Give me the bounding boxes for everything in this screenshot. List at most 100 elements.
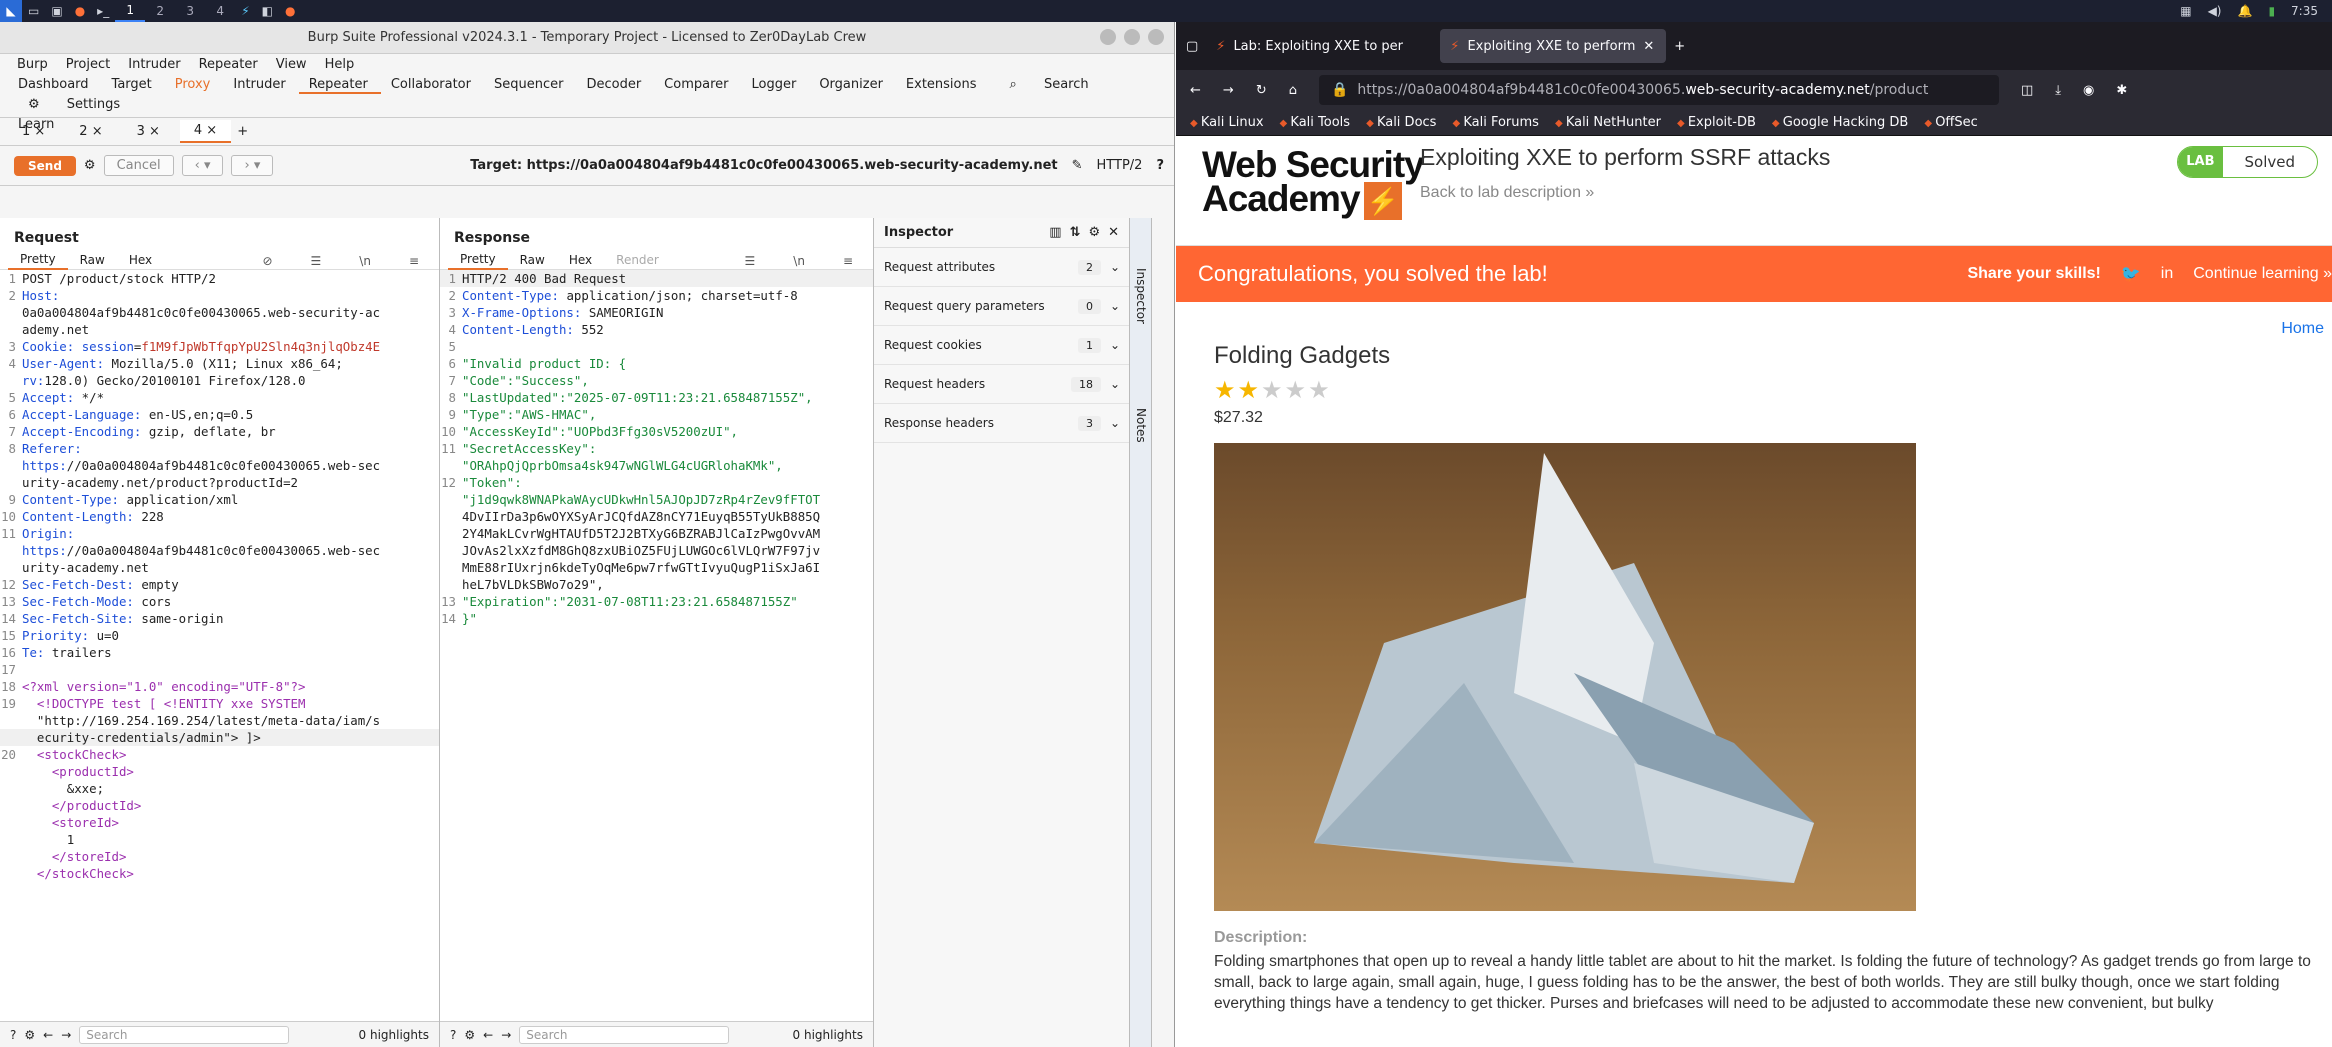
workspace-3[interactable]: 3 xyxy=(175,0,205,22)
tab-logger[interactable]: Logger xyxy=(742,74,810,94)
send-button[interactable]: Send xyxy=(14,155,76,176)
gear-icon[interactable]: ⚙ xyxy=(1088,225,1100,240)
wrap-icon[interactable]: ☰ xyxy=(299,252,334,270)
reload-icon[interactable]: ↻ xyxy=(1256,83,1267,98)
downloads-icon[interactable]: ⤓ xyxy=(2055,83,2061,98)
tab-intruder[interactable]: Intruder xyxy=(223,74,298,94)
add-tab-icon[interactable]: + xyxy=(237,124,248,139)
app-icon[interactable]: ◧ xyxy=(256,0,279,22)
settings-button[interactable]: ⚙ Settings xyxy=(8,94,146,114)
layout-icon[interactable]: ▥ xyxy=(1049,225,1061,240)
response-tab-render[interactable]: Render xyxy=(604,251,671,269)
shell-icon[interactable]: ▸_ xyxy=(91,0,115,22)
chevron-down-icon[interactable]: ⌄ xyxy=(1101,260,1129,274)
request-tab-hex[interactable]: Hex xyxy=(117,251,164,269)
help-icon[interactable]: ? xyxy=(1156,158,1164,173)
linkedin-icon[interactable]: in xyxy=(2161,265,2173,283)
chevron-down-icon[interactable]: ⌄ xyxy=(1101,377,1129,391)
tab-extensions[interactable]: Extensions xyxy=(896,74,990,94)
tab-decoder[interactable]: Decoder xyxy=(576,74,654,94)
network-icon[interactable]: ▦ xyxy=(2180,4,2191,18)
maximize-icon[interactable] xyxy=(1124,29,1140,45)
tab-target[interactable]: Target xyxy=(102,74,165,94)
extensions-icon[interactable]: ✱ xyxy=(2116,83,2127,98)
firefox-window-icon[interactable]: ● xyxy=(279,0,301,22)
gear-icon[interactable]: ⚙ xyxy=(84,158,96,173)
back-button[interactable]: ‹ ▾ xyxy=(181,155,224,176)
side-tab-inspector[interactable]: Inspector xyxy=(1134,268,1148,324)
workspace-2[interactable]: 2 xyxy=(145,0,175,22)
help-icon[interactable]: ? xyxy=(10,1028,16,1042)
cancel-button[interactable]: Cancel xyxy=(103,155,174,176)
menu-help[interactable]: Help xyxy=(316,57,364,72)
twitter-icon[interactable]: 🐦 xyxy=(2121,264,2141,284)
chevron-down-icon[interactable]: ⌄ xyxy=(1101,338,1129,352)
request-editor[interactable]: 1 POST /product/stock HTTP/2 2 Host: 0a0a004… xyxy=(0,270,439,1021)
menu-intruder[interactable]: Intruder xyxy=(119,57,189,72)
menu-icon[interactable]: ≡ xyxy=(831,252,865,270)
bookmark-item[interactable]: Kali Tools xyxy=(1280,115,1350,130)
bookmark-item[interactable]: Google Hacking DB xyxy=(1772,115,1909,130)
home-link[interactable]: Home xyxy=(2281,320,2324,338)
response-tab-pretty[interactable]: Pretty xyxy=(448,250,508,270)
request-search-input[interactable]: Search xyxy=(79,1025,290,1044)
continue-learning-link[interactable]: Continue learning » xyxy=(2193,265,2332,283)
response-search-input[interactable]: Search xyxy=(519,1025,730,1044)
battery-icon[interactable]: ▮ xyxy=(2268,4,2275,18)
new-tab-icon[interactable]: + xyxy=(1674,39,1685,54)
close-tab-icon[interactable]: ✕ xyxy=(1643,39,1654,54)
next-icon[interactable]: → xyxy=(61,1028,71,1042)
hide-icon[interactable]: ⊘ xyxy=(250,252,284,270)
kali-menu-icon[interactable]: ◣ xyxy=(0,0,22,22)
forward-button[interactable]: › ▾ xyxy=(231,155,274,176)
chevron-down-icon[interactable]: ⌄ xyxy=(1101,299,1129,313)
response-editor[interactable]: 1 HTTP/2 400 Bad Request 2 Content-Type: ap… xyxy=(440,270,873,1021)
menu-view[interactable]: View xyxy=(267,57,316,72)
inspector-row[interactable]: Response headers 3 ⌄ xyxy=(874,404,1129,443)
newline-icon[interactable]: \n xyxy=(347,252,383,270)
edit-icon[interactable]: ✎ xyxy=(1072,158,1083,173)
help-icon[interactable]: ? xyxy=(450,1028,456,1042)
bookmark-item[interactable]: Kali NetHunter xyxy=(1555,115,1661,130)
chevron-down-icon[interactable]: ⌄ xyxy=(1101,416,1129,430)
bookmark-item[interactable]: Exploit-DB xyxy=(1677,115,1756,130)
tab-organizer[interactable]: Organizer xyxy=(809,74,896,94)
next-icon[interactable]: → xyxy=(501,1028,511,1042)
repeater-tab-4[interactable]: 4 × xyxy=(179,120,232,143)
request-tab-raw[interactable]: Raw xyxy=(68,251,117,269)
tab-proxy[interactable]: Proxy xyxy=(165,74,224,94)
request-tab-pretty[interactable]: Pretty xyxy=(8,250,68,270)
burp-icon[interactable]: ⚡ xyxy=(235,0,255,22)
workspace-4[interactable]: 4 xyxy=(205,0,235,22)
http-version[interactable]: HTTP/2 xyxy=(1097,158,1143,173)
gear-icon[interactable]: ⚙ xyxy=(24,1028,35,1042)
pocket-icon[interactable]: ◫ xyxy=(2021,83,2033,98)
bookmark-item[interactable]: Kali Linux xyxy=(1190,115,1264,130)
menu-repeater[interactable]: Repeater xyxy=(190,57,267,72)
menu-icon[interactable]: ≡ xyxy=(397,252,431,270)
newline-icon[interactable]: \n xyxy=(781,252,817,270)
home-icon[interactable]: ⌂ xyxy=(1289,83,1297,98)
gear-icon[interactable]: ⚙ xyxy=(464,1028,475,1042)
terminal-icon[interactable]: ▣ xyxy=(45,0,68,22)
inspector-row[interactable]: Request attributes 2 ⌄ xyxy=(874,248,1129,287)
filter-icon[interactable]: ⇅ xyxy=(1070,225,1081,240)
tab-collaborator[interactable]: Collaborator xyxy=(381,74,484,94)
repeater-tab-1[interactable]: 1 × xyxy=(8,121,59,142)
tab-dashboard[interactable]: Dashboard xyxy=(8,74,102,94)
minimize-icon[interactable] xyxy=(1100,29,1116,45)
bookmark-item[interactable]: Kali Forums xyxy=(1452,115,1539,130)
prev-icon[interactable]: ← xyxy=(483,1028,493,1042)
inspector-row[interactable]: Request query parameters 0 ⌄ xyxy=(874,287,1129,326)
inspector-row[interactable]: Request headers 18 ⌄ xyxy=(874,365,1129,404)
browser-tab-2[interactable]: ⚡ Exploiting XXE to perform ✕ xyxy=(1440,29,1667,63)
volume-icon[interactable]: ◀) xyxy=(2208,4,2222,18)
repeater-tab-3[interactable]: 3 × xyxy=(123,121,174,142)
inspector-row[interactable]: Request cookies 1 ⌄ xyxy=(874,326,1129,365)
notification-icon[interactable]: 🔔 xyxy=(2237,4,2252,18)
url-bar[interactable]: 🔒 https://0a0a004804af9b4481c0c0fe004300… xyxy=(1318,75,1999,105)
close-icon[interactable]: ✕ xyxy=(1108,225,1129,240)
bookmark-item[interactable]: Kali Docs xyxy=(1366,115,1437,130)
files-icon[interactable]: ▭ xyxy=(22,0,45,22)
workspace-1[interactable]: 1 xyxy=(115,0,146,22)
